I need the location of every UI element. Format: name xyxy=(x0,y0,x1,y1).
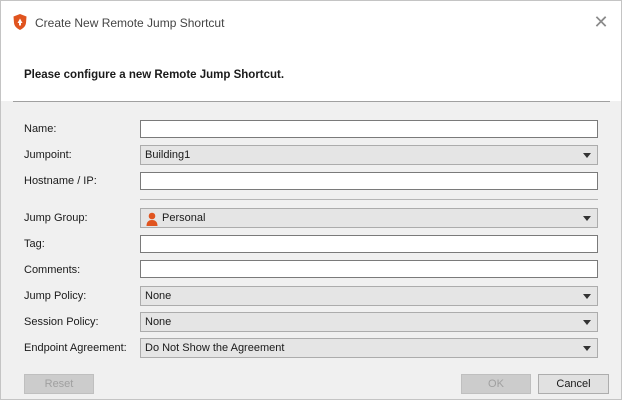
session-policy-select[interactable]: None xyxy=(140,312,598,332)
jumpoint-value: Building1 xyxy=(145,149,191,161)
hostname-input[interactable] xyxy=(140,172,598,190)
chevron-down-icon xyxy=(583,216,591,221)
hostname-label: Hostname / IP: xyxy=(24,175,97,187)
jump-policy-select[interactable]: None xyxy=(140,286,598,306)
header-panel: Please configure a new Remote Jump Short… xyxy=(1,45,621,101)
reset-button[interactable]: Reset xyxy=(24,374,94,394)
session-policy-value: None xyxy=(145,316,172,328)
dialog-window: Create New Remote Jump Shortcut ✕ Please… xyxy=(0,0,622,400)
ok-button[interactable]: OK xyxy=(461,374,531,394)
chevron-down-icon xyxy=(583,153,591,158)
session-policy-label: Session Policy: xyxy=(24,316,99,328)
endpoint-agreement-label: Endpoint Agreement: xyxy=(24,342,127,354)
section-divider xyxy=(140,199,598,200)
name-label: Name: xyxy=(24,123,57,135)
chevron-down-icon xyxy=(583,294,591,299)
jump-group-value: Personal xyxy=(162,212,206,224)
tag-label: Tag: xyxy=(24,238,45,250)
person-icon xyxy=(146,212,158,226)
chevron-down-icon xyxy=(583,346,591,351)
jump-policy-value: None xyxy=(145,290,172,302)
jump-policy-label: Jump Policy: xyxy=(24,290,87,302)
comments-input[interactable] xyxy=(140,260,598,278)
header-instructions: Please configure a new Remote Jump Short… xyxy=(24,69,285,81)
close-icon: ✕ xyxy=(593,12,609,32)
endpoint-agreement-select[interactable]: Do Not Show the Agreement xyxy=(140,338,598,358)
endpoint-agreement-value: Do Not Show the Agreement xyxy=(145,342,285,354)
title-bar: Create New Remote Jump Shortcut ✕ xyxy=(1,1,621,45)
jumpoint-label: Jumpoint: xyxy=(24,149,72,161)
jump-group-label: Jump Group: xyxy=(24,212,88,224)
name-input[interactable] xyxy=(140,120,598,138)
comments-label: Comments: xyxy=(24,264,81,276)
cancel-button[interactable]: Cancel xyxy=(538,374,609,394)
shield-icon xyxy=(13,14,27,30)
close-button[interactable]: ✕ xyxy=(587,9,615,35)
tag-input[interactable] xyxy=(140,235,598,253)
window-title: Create New Remote Jump Shortcut xyxy=(35,16,225,30)
jump-group-select[interactable]: Personal xyxy=(140,208,598,228)
header-divider xyxy=(13,101,610,102)
jumpoint-select[interactable]: Building1 xyxy=(140,145,598,165)
chevron-down-icon xyxy=(583,320,591,325)
